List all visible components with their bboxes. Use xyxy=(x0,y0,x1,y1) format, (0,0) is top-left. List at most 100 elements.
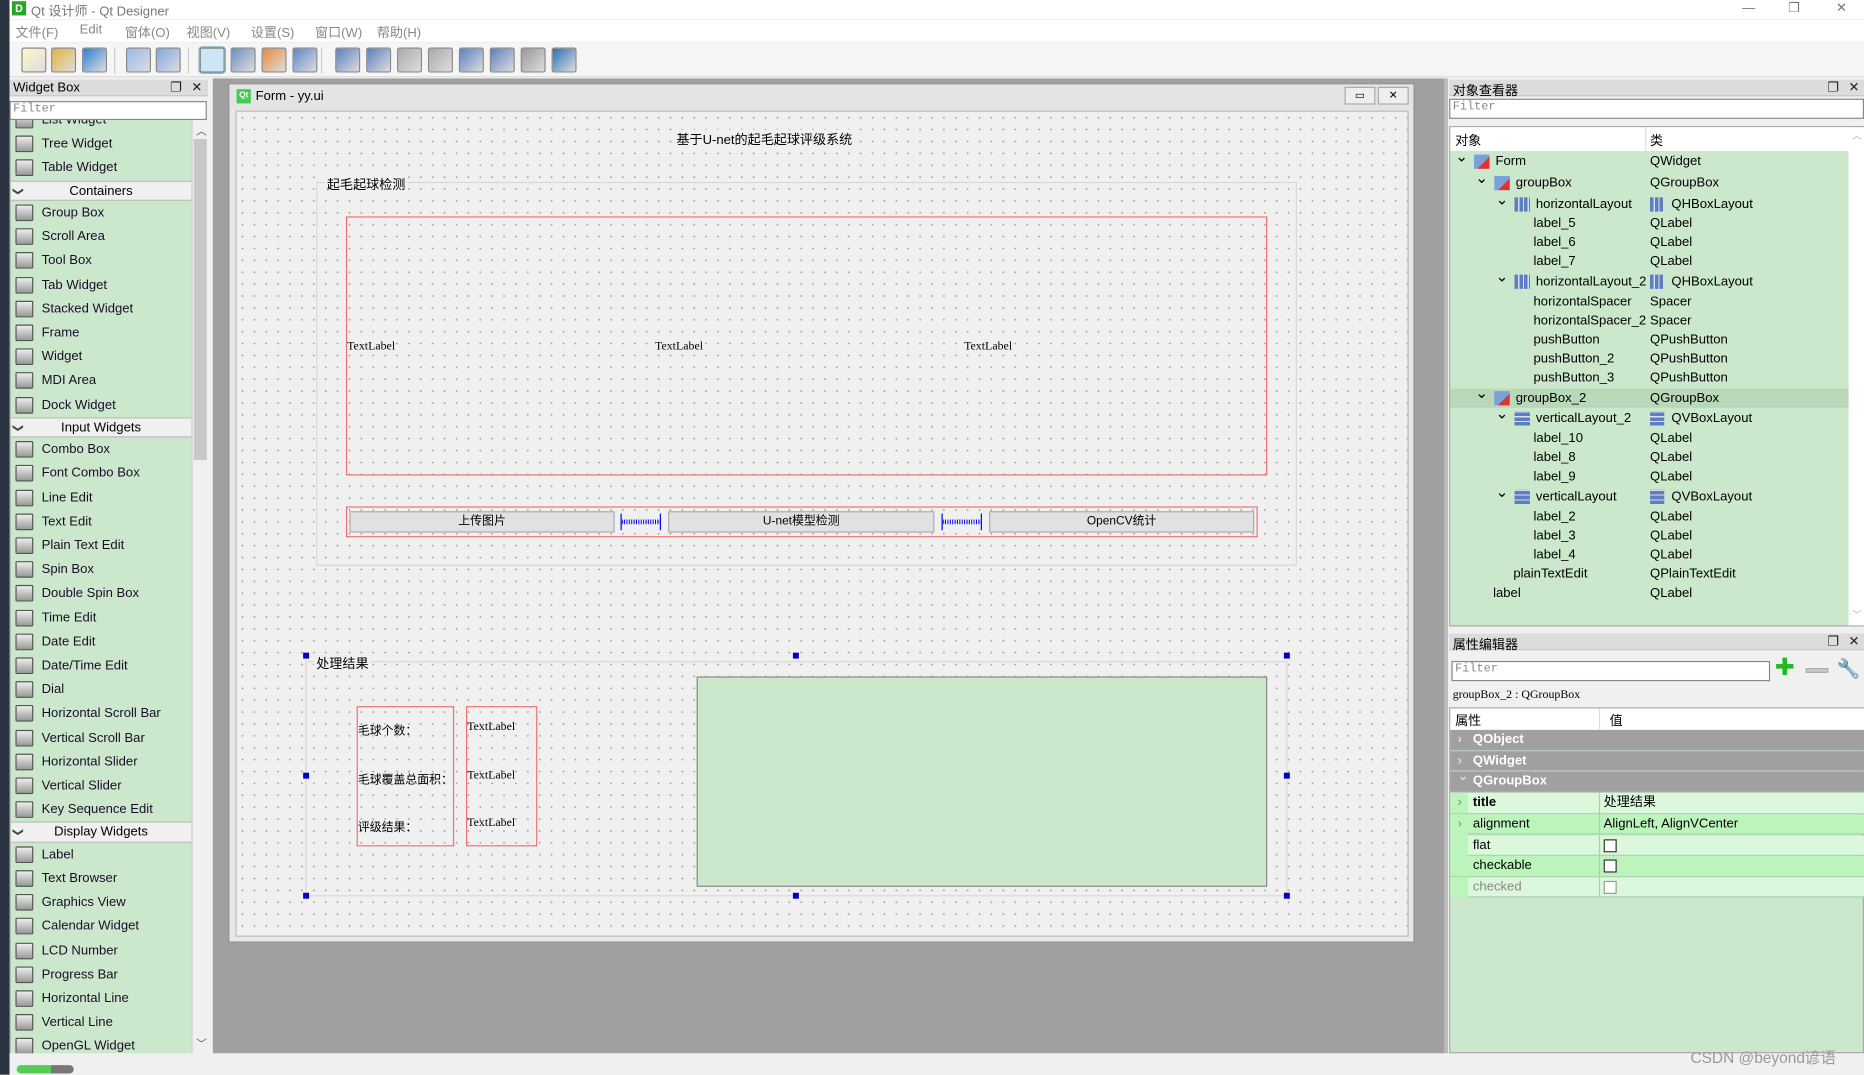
widget-item-text-browser[interactable]: Text Browser xyxy=(11,867,192,891)
float-icon[interactable]: ❐ xyxy=(170,80,182,95)
chevron-down-icon[interactable]: ⌄ xyxy=(1495,267,1508,286)
layout-form-icon[interactable] xyxy=(489,47,515,73)
menu-6[interactable]: 帮助(H) xyxy=(377,23,421,42)
tree-row-label_3[interactable]: label_3 QLabel xyxy=(1450,527,1848,546)
widget-item-key-sequence-edit[interactable]: Key Sequence Edit xyxy=(11,798,192,822)
property-checkbox-checkable[interactable] xyxy=(1603,859,1617,873)
vertical-layout[interactable]: TextLabel TextLabel TextLabel xyxy=(466,706,538,847)
property-value[interactable]: AlignLeft, AlignVCenter xyxy=(1604,814,1738,834)
widget-item-date-edit[interactable]: Date Edit xyxy=(11,630,192,654)
horizontal-spacer[interactable] xyxy=(620,513,661,531)
widget-item-text-edit[interactable]: Text Edit xyxy=(11,510,192,534)
selection-handle[interactable] xyxy=(1283,652,1290,659)
tree-row-pushButton_2[interactable]: pushButton_2 QPushButton xyxy=(1450,350,1848,369)
close-icon[interactable]: ✕ xyxy=(1849,634,1860,649)
chevron-down-icon[interactable]: ⌄ xyxy=(1475,169,1488,188)
menu-0[interactable]: 文件(F) xyxy=(15,23,58,42)
widget-item-list-widget[interactable]: List Widget xyxy=(11,120,192,132)
horizontal-layout[interactable]: TextLabel TextLabel TextLabel xyxy=(345,216,1268,476)
selection-handle[interactable] xyxy=(792,652,799,659)
text-label[interactable]: TextLabel xyxy=(467,720,515,733)
title-label[interactable]: 基于U-net的起毛起球评级系统 xyxy=(676,129,853,149)
tree-row-label_9[interactable]: label_9 QLabel xyxy=(1450,467,1848,486)
layout-horizontal-icon[interactable] xyxy=(335,47,361,73)
tree-row-pushButton[interactable]: pushButton QPushButton xyxy=(1450,330,1848,349)
widget-item-frame[interactable]: Frame xyxy=(11,321,192,345)
property-value[interactable]: 处理结果 xyxy=(1604,793,1656,813)
edit-tab-order-icon[interactable] xyxy=(292,47,318,73)
scroll-down-icon[interactable]: ﹀ xyxy=(196,1035,207,1050)
opencv-stats-button[interactable]: OpenCV统计 xyxy=(989,511,1255,533)
widget-item-line-edit[interactable]: Line Edit xyxy=(11,486,192,510)
chevron-down-icon[interactable]: ⌄ xyxy=(1495,483,1508,502)
layout-vertical-icon[interactable] xyxy=(366,47,392,73)
edit-signals-slots-icon[interactable] xyxy=(230,47,256,73)
chevron-right-icon[interactable]: › xyxy=(1457,730,1461,750)
widget-item-double-spin-box[interactable]: Double Spin Box xyxy=(11,582,192,606)
chevron-down-icon[interactable]: ⌄ xyxy=(1495,404,1508,423)
edit-widgets-icon[interactable] xyxy=(198,46,226,74)
scrollbar-thumb[interactable] xyxy=(193,139,207,461)
widget-item-scroll-area[interactable]: Scroll Area xyxy=(11,225,192,249)
widget-item-progress-bar[interactable]: Progress Bar xyxy=(11,963,192,987)
chevron-right-icon[interactable]: › xyxy=(1457,793,1461,813)
selection-handle[interactable] xyxy=(303,772,310,779)
chevron-down-icon[interactable]: ⌄ xyxy=(1457,767,1468,787)
widget-item-horizontal-line[interactable]: Horizontal Line xyxy=(11,987,192,1011)
property-filter-input[interactable]: Filter xyxy=(1451,660,1771,682)
open-icon[interactable] xyxy=(51,47,77,73)
plain-text-edit[interactable] xyxy=(696,676,1268,887)
layout-horizontal-splitter-icon[interactable] xyxy=(397,47,423,73)
selection-handle[interactable] xyxy=(792,892,799,899)
scroll-up-icon[interactable]: ︿ xyxy=(196,122,207,137)
property-row-alignment[interactable]: › alignment AlignLeft, AlignVCenter xyxy=(1450,814,1864,835)
add-dynamic-property-icon[interactable]: ✚ xyxy=(1775,656,1795,680)
tree-row-label_10[interactable]: label_10 QLabel xyxy=(1450,429,1848,448)
widget-item-plain-text-edit[interactable]: Plain Text Edit xyxy=(11,534,192,558)
widget-item-calendar-widget[interactable]: Calendar Widget xyxy=(11,915,192,939)
widget-item-tool-box[interactable]: Tool Box xyxy=(11,249,192,273)
property-row-flat[interactable]: flat xyxy=(1450,835,1864,856)
tree-row-label[interactable]: label QLabel xyxy=(1450,584,1848,603)
tree-row-label_5[interactable]: label_5 QLabel xyxy=(1450,214,1848,233)
widget-item-horizontal-slider[interactable]: Horizontal Slider xyxy=(11,750,192,774)
chevron-down-icon[interactable]: ⌄ xyxy=(1495,190,1508,209)
widget-item-tree-widget[interactable]: Tree Widget xyxy=(11,132,192,156)
menu-2[interactable]: 窗体(O) xyxy=(125,23,170,42)
new-icon[interactable] xyxy=(21,47,47,73)
tree-row-horizontalLayout[interactable]: ⌄ horizontalLayout QHBoxLayout xyxy=(1450,190,1848,214)
restore-button[interactable]: ❐ xyxy=(1776,0,1812,19)
property-checkbox-flat[interactable] xyxy=(1603,838,1617,852)
property-section-QObject[interactable]: › QObject xyxy=(1450,729,1864,751)
upload-image-button[interactable]: 上传图片 xyxy=(349,511,615,533)
widget-item-date-time-edit[interactable]: Date/Time Edit xyxy=(11,654,192,678)
widget-item-spin-box[interactable]: Spin Box xyxy=(11,558,192,582)
text-label[interactable]: TextLabel xyxy=(467,817,515,830)
layout-vertical-splitter-icon[interactable] xyxy=(427,47,453,73)
property-row-checked[interactable]: checked xyxy=(1450,877,1864,898)
close-button[interactable]: ✕ xyxy=(1824,0,1860,19)
label-ball-area[interactable]: 毛球覆盖总面积： xyxy=(358,769,453,787)
horizontal-spacer-2[interactable] xyxy=(941,513,982,531)
tree-row-label_8[interactable]: label_8 QLabel xyxy=(1450,448,1848,467)
close-icon[interactable]: ✕ xyxy=(1849,80,1860,95)
selection-handle[interactable] xyxy=(303,652,310,659)
save-icon[interactable] xyxy=(82,47,107,73)
widget-item-opengl-widget[interactable]: OpenGL Widget xyxy=(11,1035,192,1054)
widget-item-mdi-area[interactable]: MDI Area xyxy=(11,369,192,393)
tree-row-label_4[interactable]: label_4 QLabel xyxy=(1450,546,1848,565)
widget-item-dock-widget[interactable]: Dock Widget xyxy=(11,393,192,417)
text-label[interactable]: TextLabel xyxy=(467,769,515,782)
configure-wrench-icon[interactable]: 🔧 xyxy=(1837,657,1861,681)
widget-item-stacked-widget[interactable]: Stacked Widget xyxy=(11,297,192,321)
text-label[interactable]: TextLabel xyxy=(655,339,704,354)
column-value[interactable]: 值 xyxy=(1610,711,1623,730)
selection-handle[interactable] xyxy=(303,892,310,899)
widget-box-filter-input[interactable]: Filter xyxy=(9,101,207,121)
tree-row-horizontalLayout_2[interactable]: ⌄ horizontalLayout_2 QHBoxLayout xyxy=(1450,267,1848,291)
menu-4[interactable]: 设置(S) xyxy=(251,23,295,42)
property-row-checkable[interactable]: checkable xyxy=(1450,856,1864,877)
text-label[interactable]: TextLabel xyxy=(964,339,1013,354)
widget-item-vertical-scroll-bar[interactable]: Vertical Scroll Bar xyxy=(11,726,192,750)
text-label[interactable]: TextLabel xyxy=(347,339,396,354)
